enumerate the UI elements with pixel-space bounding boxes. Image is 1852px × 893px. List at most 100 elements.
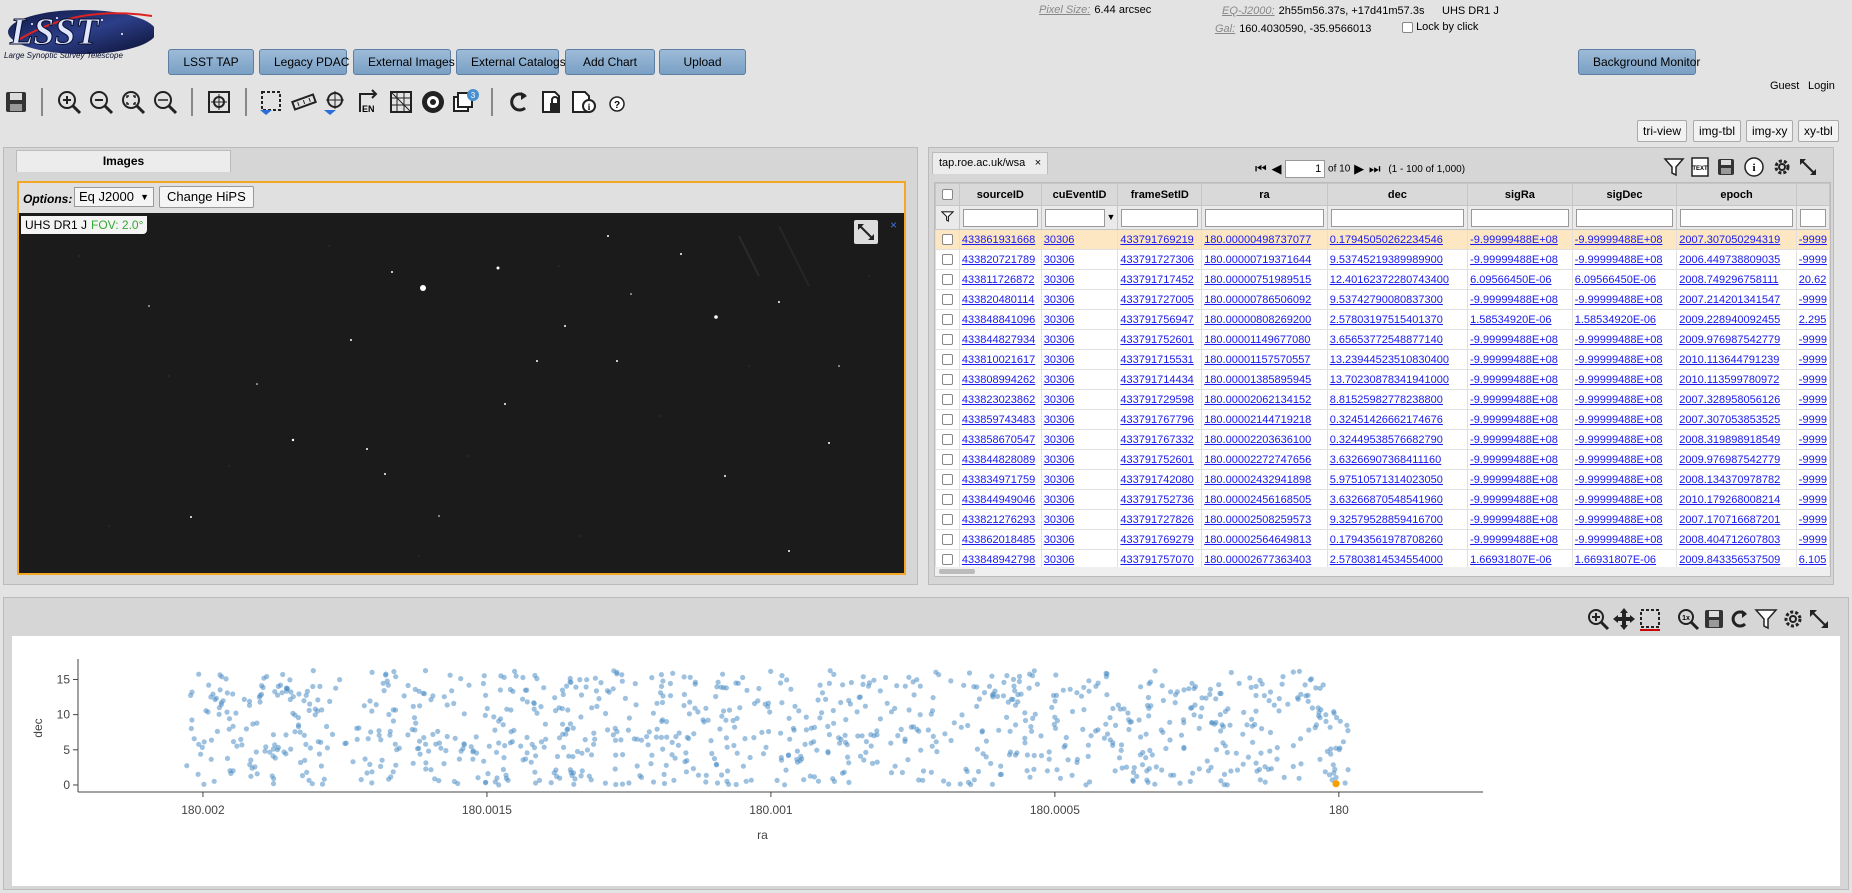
cell-dec[interactable]: 3.63266907368411160: [1326, 449, 1469, 470]
column-header-framesetid[interactable]: frameSetID: [1117, 183, 1203, 206]
cell-dec[interactable]: 9.53745219389989900: [1326, 249, 1469, 270]
cell-cueventid[interactable]: 30306: [1040, 269, 1119, 290]
save-icon[interactable]: [1702, 607, 1726, 631]
table-row[interactable]: 433848841096 30306 433791756947 180.0000080…: [935, 309, 1830, 330]
zoom-in-icon[interactable]: [55, 88, 83, 116]
cell-sigdec[interactable]: -9.99999488E+08: [1571, 329, 1678, 350]
row-select-cell[interactable]: [935, 369, 960, 390]
cell-sigra[interactable]: -9.99999488E+08: [1467, 429, 1573, 450]
cell-overflow[interactable]: -9999: [1795, 229, 1830, 250]
cell-overflow[interactable]: -9999: [1795, 489, 1830, 510]
layers-icon[interactable]: 3: [451, 88, 479, 116]
tab-table[interactable]: tap.roe.ac.uk/wsa ×: [932, 152, 1049, 174]
close-icon[interactable]: ×: [890, 219, 902, 231]
cell-sigra[interactable]: -9.99999488E+08: [1467, 389, 1573, 410]
row-select-cell[interactable]: [935, 249, 960, 270]
filter-input-sourceid[interactable]: [962, 208, 1038, 227]
cell-overflow[interactable]: 2.295: [1795, 309, 1830, 330]
cell-cueventid[interactable]: 30306: [1040, 309, 1119, 330]
cell-epoch[interactable]: 2008.749296758111: [1676, 269, 1797, 290]
row-select-cell[interactable]: [935, 289, 960, 310]
filter-icon[interactable]: [1663, 156, 1685, 178]
table-row[interactable]: 433820721789 30306 433791727306 180.0000071…: [935, 249, 1830, 270]
cell-sigdec[interactable]: -9.99999488E+08: [1571, 529, 1678, 550]
cell-sourceid[interactable]: 433844828089: [958, 449, 1042, 470]
column-header-dec[interactable]: dec: [1326, 183, 1469, 206]
recenter-icon[interactable]: [205, 88, 233, 116]
lock-checkbox[interactable]: [1402, 21, 1413, 33]
zoom-icon[interactable]: [1586, 607, 1610, 631]
next-page-icon[interactable]: ▶: [1354, 161, 1364, 177]
column-header-sigra[interactable]: sigRa: [1467, 183, 1573, 206]
cell-dec[interactable]: 3.63266870548541960: [1326, 489, 1469, 510]
cell-epoch[interactable]: 2007.307053853525: [1676, 409, 1797, 430]
cell-framesetid[interactable]: 433791742080: [1117, 469, 1203, 490]
grid-icon[interactable]: [387, 88, 415, 116]
row-checkbox[interactable]: [941, 354, 953, 366]
cell-cueventid[interactable]: 30306: [1040, 349, 1119, 370]
drawing-layers-icon[interactable]: [322, 88, 350, 116]
lock-by-click[interactable]: Lock by click: [1402, 21, 1478, 33]
cell-framesetid[interactable]: 433791752601: [1117, 329, 1203, 350]
menu-lsst-tap[interactable]: LSST TAP: [168, 49, 254, 75]
row-select-cell[interactable]: [935, 489, 960, 510]
cell-epoch[interactable]: 2006.449738809035: [1676, 249, 1797, 270]
scrollbar-thumb[interactable]: [939, 569, 975, 574]
cell-overflow[interactable]: -9999: [1795, 369, 1830, 390]
cell-ra[interactable]: 180.00000498737077: [1201, 229, 1328, 250]
cell-sigdec[interactable]: 6.09566450E-06: [1571, 269, 1678, 290]
cell-ra[interactable]: 180.00001149677080: [1201, 329, 1328, 350]
cell-sigdec[interactable]: -9.99999488E+08: [1571, 289, 1678, 310]
zoom-fit-icon[interactable]: [119, 88, 147, 116]
rotate-north-icon[interactable]: EN: [354, 88, 382, 116]
cell-ra[interactable]: 180.00002432941898: [1201, 469, 1328, 490]
row-checkbox[interactable]: [941, 454, 953, 466]
cell-cueventid[interactable]: 30306: [1040, 249, 1119, 270]
cell-epoch[interactable]: 2008.134370978782: [1676, 469, 1797, 490]
cell-epoch[interactable]: 2009.976987542779: [1676, 449, 1797, 470]
cell-epoch[interactable]: 2008.319898918549: [1676, 429, 1797, 450]
table-row[interactable]: 433810021617 30306 433791715531 180.0000115…: [935, 349, 1830, 370]
cell-dec[interactable]: 13.23944523510830400: [1326, 349, 1469, 370]
cell-framesetid[interactable]: 433791767332: [1117, 429, 1203, 450]
gear-icon[interactable]: [1781, 607, 1805, 631]
cell-sourceid[interactable]: 433861931668: [958, 229, 1042, 250]
text-view-icon[interactable]: TEXT: [1689, 156, 1711, 178]
row-select-cell[interactable]: [935, 309, 960, 330]
cell-sigra[interactable]: -9.99999488E+08: [1467, 509, 1573, 530]
cell-framesetid[interactable]: 433791769279: [1117, 529, 1203, 550]
cell-framesetid[interactable]: 433791727005: [1117, 289, 1203, 310]
table-row[interactable]: 433823023862 30306 433791729598 180.0000206…: [935, 389, 1830, 410]
cell-sigra[interactable]: -9.99999488E+08: [1467, 449, 1573, 470]
cell-ra[interactable]: 180.00002144719218: [1201, 409, 1328, 430]
cell-sigra[interactable]: -9.99999488E+08: [1467, 489, 1573, 510]
cell-overflow[interactable]: -9999: [1795, 429, 1830, 450]
column-header-ra[interactable]: ra: [1201, 183, 1328, 206]
cell-ra[interactable]: 180.00002508259573: [1201, 509, 1328, 530]
row-select-cell[interactable]: [935, 409, 960, 430]
menu-legacy-pdac[interactable]: Legacy PDAC: [259, 49, 349, 75]
cell-ra[interactable]: 180.00002272747656: [1201, 449, 1328, 470]
cell-sigra[interactable]: -9.99999488E+08: [1467, 409, 1573, 430]
cell-epoch[interactable]: 2007.307050294319: [1676, 229, 1797, 250]
row-checkbox[interactable]: [941, 554, 953, 566]
cell-ra[interactable]: 180.00002564649813: [1201, 529, 1328, 550]
pan-icon[interactable]: [1612, 607, 1636, 631]
scatter-plot[interactable]: 0 5 10 15 180.002 180.0015 180.001 180.0005 180 r…: [12, 636, 1840, 886]
row-select-cell[interactable]: [935, 389, 960, 410]
page-number-input[interactable]: 1: [1285, 160, 1326, 178]
cell-sourceid[interactable]: 433821276293: [958, 509, 1042, 530]
cell-epoch[interactable]: 2008.404712607803: [1676, 529, 1797, 550]
cell-dec[interactable]: 0.32449538576682790: [1326, 429, 1469, 450]
row-checkbox[interactable]: [941, 474, 953, 486]
select-all-header[interactable]: [935, 183, 960, 206]
cell-sourceid[interactable]: 433823023862: [958, 389, 1042, 410]
row-select-cell[interactable]: [935, 229, 960, 250]
fits-header-icon[interactable]: i: [569, 88, 597, 116]
filter-input-cueventid[interactable]: [1044, 208, 1105, 227]
close-icon[interactable]: ×: [1035, 153, 1041, 173]
cell-overflow[interactable]: -9999: [1795, 529, 1830, 550]
table-row[interactable]: 433859743483 30306 433791767796 180.0000214…: [935, 409, 1830, 430]
cell-cueventid[interactable]: 30306: [1040, 469, 1119, 490]
layout-tri-view[interactable]: tri-view: [1637, 120, 1687, 142]
